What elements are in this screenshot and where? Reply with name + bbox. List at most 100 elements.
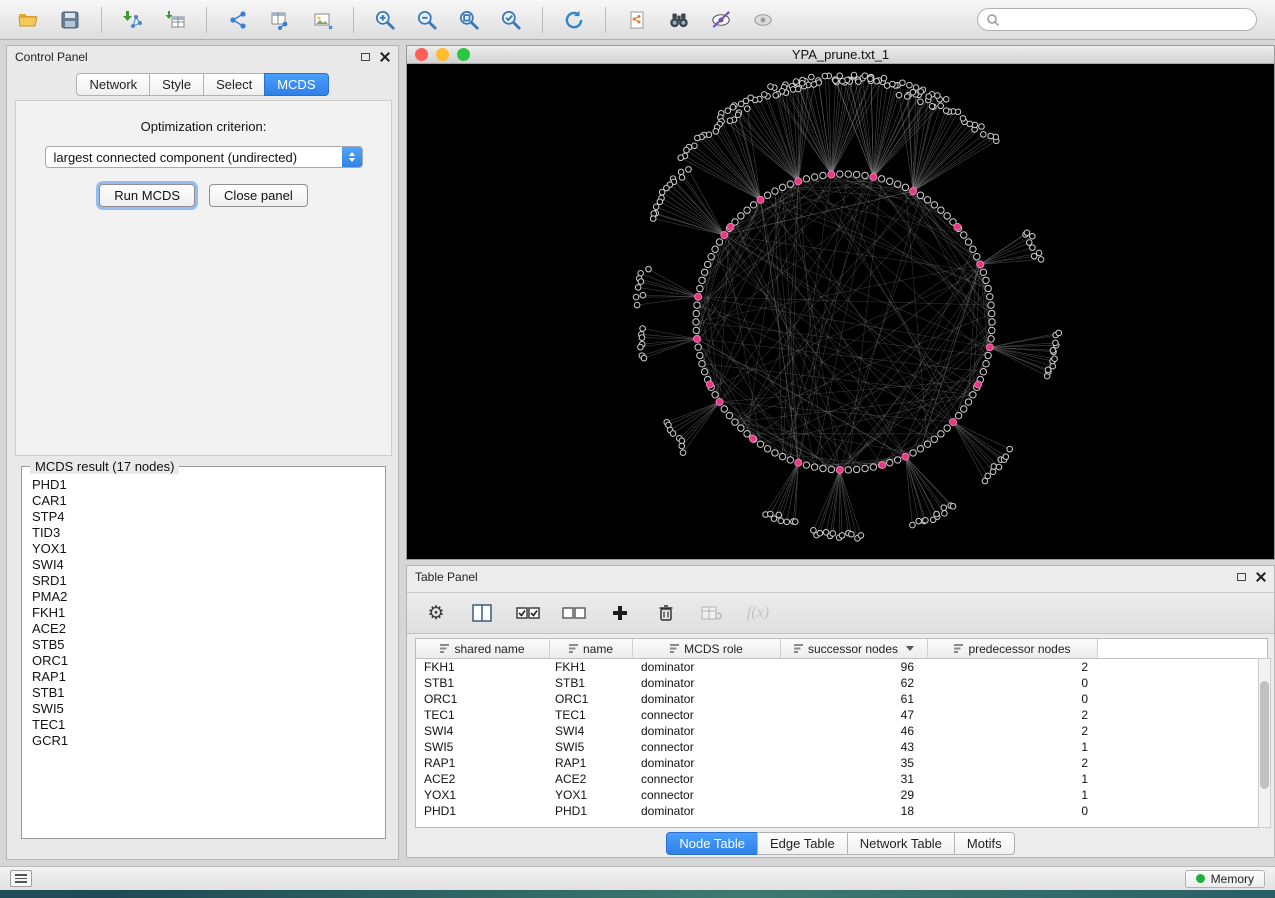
- import-table-button[interactable]: [157, 4, 193, 36]
- export-network-button[interactable]: [619, 4, 655, 36]
- zoom-fit-icon: [457, 8, 481, 32]
- search-input[interactable]: [1006, 13, 1248, 27]
- table-row[interactable]: TEC1TEC1connector472: [416, 707, 1267, 723]
- mcds-result-item[interactable]: PHD1: [24, 477, 383, 493]
- tab-mcds[interactable]: MCDS: [264, 73, 328, 96]
- mcds-result-item[interactable]: TEC1: [24, 717, 383, 733]
- table-row[interactable]: STB1STB1dominator620: [416, 675, 1267, 691]
- new-network-button[interactable]: [220, 4, 256, 36]
- mcds-result-item[interactable]: STB1: [24, 685, 383, 701]
- save-floppy-icon: [59, 9, 81, 31]
- tab-network[interactable]: Network: [76, 73, 150, 96]
- tab-network-table[interactable]: Network Table: [847, 832, 955, 855]
- deselect-all-columns-button[interactable]: [561, 600, 587, 626]
- table-row[interactable]: RAP1RAP1dominator352: [416, 755, 1267, 771]
- column-header-mcds-role[interactable]: MCDS role: [633, 639, 781, 658]
- float-table-panel-icon[interactable]: [1237, 573, 1246, 581]
- table-row[interactable]: YOX1YOX1connector291: [416, 787, 1267, 803]
- run-mcds-button[interactable]: Run MCDS: [99, 184, 195, 207]
- select-all-columns-button[interactable]: [515, 600, 541, 626]
- table-row[interactable]: ORC1ORC1dominator610: [416, 691, 1267, 707]
- toggle-view-button[interactable]: [745, 4, 781, 36]
- zoom-fit-button[interactable]: [451, 4, 487, 36]
- mcds-result-item[interactable]: ORC1: [24, 653, 383, 669]
- network-window-titlebar[interactable]: YPA_prune.txt_1: [407, 46, 1274, 64]
- scrollbar-thumb[interactable]: [1260, 681, 1269, 789]
- mcds-result-item[interactable]: YOX1: [24, 541, 383, 557]
- sort-descending-icon[interactable]: [906, 646, 914, 651]
- tab-edge-table[interactable]: Edge Table: [757, 832, 848, 855]
- delete-table-button[interactable]: [699, 600, 725, 626]
- refresh-network-button[interactable]: [556, 4, 592, 36]
- function-builder-button[interactable]: f(x): [745, 600, 771, 626]
- tab-style[interactable]: Style: [149, 73, 204, 96]
- function-icon: f(x): [747, 604, 769, 622]
- export-image-button[interactable]: [304, 4, 340, 36]
- zoom-in-button[interactable]: [367, 4, 403, 36]
- mcds-result-item[interactable]: SRD1: [24, 573, 383, 589]
- table-cell: YOX1: [416, 788, 550, 802]
- table-settings-button[interactable]: ⚙: [423, 600, 449, 626]
- create-column-button[interactable]: [607, 600, 633, 626]
- mcds-result-item[interactable]: STP4: [24, 509, 383, 525]
- show-columns-button[interactable]: [469, 600, 495, 626]
- column-header-shared-name[interactable]: shared name: [416, 639, 550, 658]
- tab-node-table[interactable]: Node Table: [666, 832, 758, 855]
- mcds-result-item[interactable]: ACE2: [24, 621, 383, 637]
- mcds-result-item[interactable]: GCR1: [24, 733, 383, 749]
- table-cell: TEC1: [416, 708, 550, 722]
- table-cell: 29: [781, 788, 928, 802]
- global-search-field[interactable]: [977, 8, 1257, 31]
- table-row[interactable]: ACE2ACE2connector311: [416, 771, 1267, 787]
- delete-column-button[interactable]: [653, 600, 679, 626]
- table-cell: 2: [928, 660, 1098, 674]
- gear-icon: ⚙: [427, 604, 444, 623]
- column-header-label: predecessor nodes: [968, 642, 1070, 656]
- trash-icon: [658, 604, 674, 622]
- mcds-result-list[interactable]: PHD1CAR1STP4TID3YOX1SWI4SRD1PMA2FKH1ACE2…: [24, 477, 383, 836]
- close-panel-icon[interactable]: [380, 52, 390, 62]
- table-row[interactable]: PHD1PHD1dominator180: [416, 803, 1267, 819]
- float-panel-icon[interactable]: [361, 53, 370, 61]
- graphics-details-button[interactable]: [703, 4, 739, 36]
- panel-menu-button[interactable]: [10, 870, 32, 887]
- toolbar-separator: [605, 7, 606, 33]
- mcds-result-item[interactable]: FKH1: [24, 605, 383, 621]
- mcds-result-item[interactable]: RAP1: [24, 669, 383, 685]
- table-cell: FKH1: [416, 660, 550, 674]
- mcds-result-item[interactable]: STB5: [24, 637, 383, 653]
- mcds-result-item[interactable]: SWI5: [24, 701, 383, 717]
- mcds-result-item[interactable]: TID3: [24, 525, 383, 541]
- table-row[interactable]: SWI5SWI5connector431: [416, 739, 1267, 755]
- zoom-selected-button[interactable]: [493, 4, 529, 36]
- close-table-panel-icon[interactable]: [1256, 572, 1266, 582]
- dropdown-stepper-icon[interactable]: [342, 146, 362, 168]
- table-cell: 61: [781, 692, 928, 706]
- open-session-button[interactable]: [10, 4, 46, 36]
- application-window: Control Panel NetworkStyleSelectMCDS Opt…: [0, 0, 1275, 890]
- toolbar-separator: [206, 7, 207, 33]
- optimization-criterion-select[interactable]: largest connected component (undirected): [45, 146, 363, 168]
- network-from-table-button[interactable]: [262, 4, 298, 36]
- mcds-result-item[interactable]: PMA2: [24, 589, 383, 605]
- save-session-button[interactable]: [52, 4, 88, 36]
- mcds-result-item[interactable]: CAR1: [24, 493, 383, 509]
- column-header-successor-nodes[interactable]: successor nodes: [781, 639, 928, 658]
- network-graph[interactable]: [407, 64, 1274, 559]
- close-panel-button[interactable]: Close panel: [209, 184, 308, 207]
- network-canvas[interactable]: [407, 64, 1274, 559]
- column-header-predecessor-nodes[interactable]: predecessor nodes: [928, 639, 1098, 658]
- table-scrollbar[interactable]: [1258, 658, 1271, 828]
- table-row[interactable]: SWI4SWI4dominator462: [416, 723, 1267, 739]
- table-panel-title: Table Panel: [415, 570, 478, 584]
- tab-motifs[interactable]: Motifs: [954, 832, 1015, 855]
- zoom-out-button[interactable]: [409, 4, 445, 36]
- column-header-name[interactable]: name: [550, 639, 633, 658]
- find-button[interactable]: [661, 4, 697, 36]
- mcds-result-item[interactable]: SWI4: [24, 557, 383, 573]
- table-row[interactable]: FKH1FKH1dominator962: [416, 659, 1267, 675]
- import-network-button[interactable]: [115, 4, 151, 36]
- tab-select[interactable]: Select: [203, 73, 265, 96]
- memory-button[interactable]: Memory: [1185, 870, 1265, 888]
- table-cell: dominator: [633, 724, 781, 738]
